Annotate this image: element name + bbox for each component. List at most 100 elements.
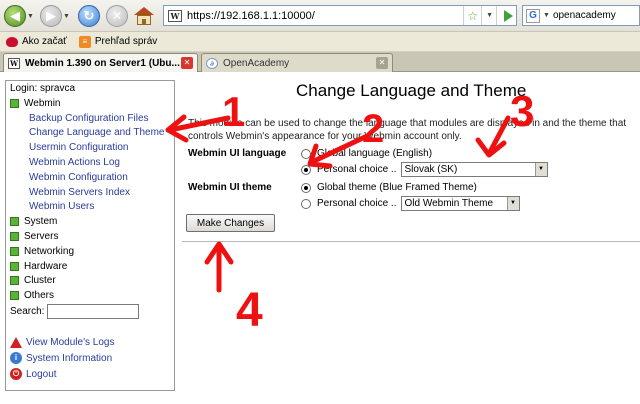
- home-icon: [134, 7, 154, 25]
- theme-select[interactable]: Old Webmin Theme ▼: [400, 196, 520, 211]
- search-label: Search:: [10, 306, 45, 318]
- tab-openacademy[interactable]: ∂ OpenAcademy ✕: [201, 53, 393, 72]
- link-label: View Module's Logs: [26, 336, 115, 348]
- tab-webmin[interactable]: W Webmin 1.390 on Server1 (Ubu... ✕: [3, 53, 198, 72]
- page-title: Change Language and Theme: [296, 81, 527, 100]
- bookmark-getting-started[interactable]: Ako začať: [6, 36, 67, 47]
- star-icon: ☆: [467, 8, 479, 23]
- module-description: This module can be used to change the la…: [188, 117, 638, 143]
- logout-link[interactable]: ⏻ Logout: [10, 366, 170, 382]
- category-hardware[interactable]: Hardware: [10, 259, 170, 274]
- language-personal-radio[interactable]: [301, 164, 311, 175]
- module-webmin-users[interactable]: Webmin Users: [10, 200, 170, 215]
- openacademy-favicon-icon: ∂: [206, 57, 218, 69]
- folder-icon: [10, 217, 19, 227]
- home-button[interactable]: [134, 4, 154, 28]
- module-backup-configuration-files[interactable]: Backup Configuration Files: [10, 111, 170, 126]
- dropdown-arrow-icon[interactable]: ▼: [543, 12, 550, 19]
- theme-global-radio[interactable]: [301, 182, 311, 193]
- link-label: Logout: [26, 368, 57, 380]
- folder-icon: [10, 291, 19, 301]
- theme-label: Webmin UI theme: [188, 182, 272, 193]
- tab-label: Webmin 1.390 on Server1 (Ubu...: [25, 57, 180, 69]
- theme-global-option[interactable]: Global theme (Blue Framed Theme): [301, 182, 477, 193]
- stop-icon: ✕: [106, 5, 128, 27]
- category-label: Servers: [24, 231, 59, 243]
- option-label: Global language (English): [317, 148, 433, 159]
- close-tab-icon[interactable]: ✕: [376, 57, 388, 69]
- navigation-toolbar: ◀ ▼ ▶ ▼ ↻ ✕ W https://192.168.1.1:10000/ ☆…: [0, 0, 640, 32]
- folder-icon: [10, 246, 19, 256]
- bookmarks-toolbar: Ako začať ≡ Prehľad správ: [0, 32, 640, 52]
- category-others[interactable]: Others: [10, 288, 170, 303]
- selected-value: Slovak (SK): [404, 164, 458, 175]
- reload-icon: ↻: [78, 5, 100, 27]
- forward-arrow-icon: ▶: [40, 5, 62, 27]
- main-frame: Change Language and Theme This module ca…: [182, 73, 640, 404]
- webmin-favicon-icon: W: [168, 9, 182, 22]
- page-content: Login: spravca Webmin Backup Configurati…: [0, 73, 640, 404]
- close-tab-icon[interactable]: ✕: [181, 57, 193, 69]
- category-servers[interactable]: Servers: [10, 229, 170, 244]
- tab-label: OpenAcademy: [223, 57, 290, 69]
- link-label: System Information: [26, 352, 113, 364]
- module-webmin-servers-index[interactable]: Webmin Servers Index: [10, 185, 170, 200]
- category-label: Others: [24, 290, 55, 302]
- search-input[interactable]: openacademy: [550, 10, 616, 21]
- dropdown-arrow-icon[interactable]: ▼: [27, 13, 34, 20]
- address-bar[interactable]: W https://192.168.1.1:10000/ ☆ ▼: [163, 5, 517, 26]
- module-webmin-configuration[interactable]: Webmin Configuration: [10, 170, 170, 185]
- rss-icon: ≡: [78, 35, 91, 48]
- module-usermin-configuration[interactable]: Usermin Configuration: [10, 140, 170, 155]
- web-search-box[interactable]: G ▼ openacademy: [522, 5, 640, 26]
- url-dropdown-button[interactable]: ▼: [481, 6, 496, 25]
- category-label: Cluster: [24, 275, 56, 287]
- url-text[interactable]: https://192.168.1.1:10000/: [187, 10, 463, 22]
- description-line: This module can be used to change the la…: [188, 118, 627, 129]
- chevron-down-icon: ▼: [506, 197, 519, 210]
- language-label: Webmin UI language: [188, 148, 287, 159]
- reload-button[interactable]: ↻: [78, 4, 100, 28]
- language-global-radio[interactable]: [301, 148, 311, 159]
- theme-personal-option[interactable]: Personal choice .. Old Webmin Theme ▼: [301, 196, 520, 211]
- folder-icon: [10, 261, 19, 271]
- dropdown-arrow-icon: ▼: [486, 12, 493, 19]
- category-label: Hardware: [24, 260, 68, 272]
- language-personal-option[interactable]: Personal choice .. Slovak (SK) ▼: [301, 162, 548, 177]
- login-text: Login: spravca: [10, 83, 76, 94]
- language-global-option[interactable]: Global language (English): [301, 148, 432, 159]
- back-arrow-icon: ◀: [4, 5, 26, 27]
- category-networking[interactable]: Networking: [10, 244, 170, 259]
- category-cluster[interactable]: Cluster: [10, 274, 170, 289]
- view-module-logs-link[interactable]: View Module's Logs: [10, 334, 170, 350]
- webmin-favicon-icon: W: [8, 57, 20, 69]
- module-webmin-actions-log[interactable]: Webmin Actions Log: [10, 155, 170, 170]
- category-system[interactable]: System: [10, 214, 170, 229]
- back-button[interactable]: ◀ ▼: [4, 4, 34, 28]
- make-changes-button[interactable]: Make Changes: [186, 214, 275, 232]
- module-search-input[interactable]: [47, 304, 140, 320]
- category-label: Webmin: [24, 97, 61, 109]
- forward-button[interactable]: ▶ ▼: [40, 4, 70, 28]
- bookmark-star-button[interactable]: ☆: [463, 6, 481, 25]
- folder-icon: [10, 98, 19, 108]
- theme-personal-radio[interactable]: [301, 198, 311, 209]
- ladybug-icon: [6, 36, 18, 47]
- dropdown-arrow-icon[interactable]: ▼: [63, 13, 70, 20]
- go-button[interactable]: [496, 6, 516, 25]
- system-information-link[interactable]: i System Information: [10, 350, 170, 366]
- bookmark-label: Ako začať: [22, 36, 67, 47]
- module-search: Search:: [10, 303, 170, 320]
- folder-icon: [10, 276, 19, 286]
- search-engine-icon[interactable]: G: [526, 8, 540, 23]
- category-webmin[interactable]: Webmin: [10, 96, 170, 111]
- warning-icon: [10, 336, 22, 348]
- module-change-language-and-theme[interactable]: Change Language and Theme: [10, 126, 170, 141]
- category-label: System: [24, 216, 58, 228]
- language-select[interactable]: Slovak (SK) ▼: [400, 162, 548, 177]
- chevron-down-icon: ▼: [534, 163, 547, 176]
- go-arrow-icon: [504, 9, 513, 22]
- tab-strip: W Webmin 1.390 on Server1 (Ubu... ✕ ∂ Op…: [0, 52, 640, 72]
- stop-button[interactable]: ✕: [106, 4, 128, 28]
- bookmark-news[interactable]: ≡ Prehľad správ: [78, 35, 157, 48]
